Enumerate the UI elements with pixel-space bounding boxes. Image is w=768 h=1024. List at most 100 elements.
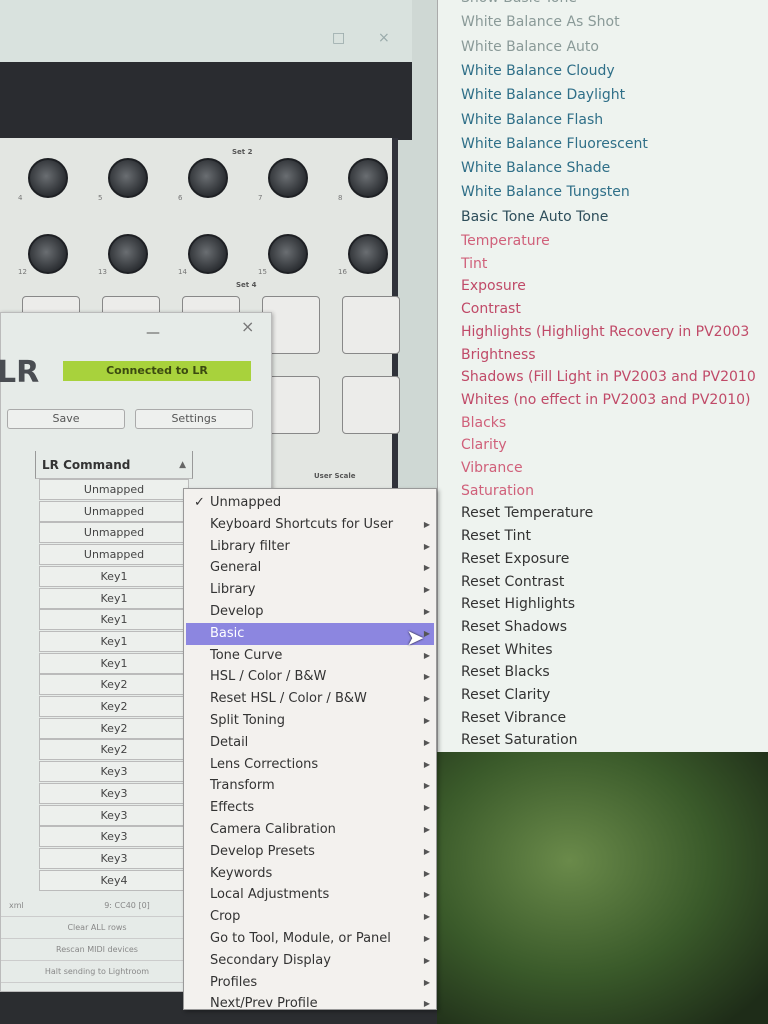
halt-sending-button[interactable]: Halt sending to Lightroom bbox=[1, 961, 193, 983]
maximize-icon[interactable]: □ bbox=[332, 30, 345, 46]
table-row[interactable]: Key4 bbox=[39, 869, 189, 891]
submenu-item[interactable]: Show Basic Tone bbox=[461, 0, 577, 6]
submenu-item[interactable]: Whites (no effect in PV2003 and PV2010) bbox=[461, 392, 751, 408]
close-icon[interactable]: × bbox=[378, 30, 390, 46]
submenu-item[interactable]: Reset Vibrance bbox=[461, 710, 566, 726]
submenu-item[interactable]: Reset Highlights bbox=[461, 596, 575, 612]
knob[interactable] bbox=[268, 234, 308, 274]
rescan-midi-button[interactable]: Rescan MIDI devices bbox=[1, 939, 193, 961]
menu-item[interactable]: Split Toning ▶ bbox=[186, 710, 434, 732]
submenu-item[interactable]: Reset Tint bbox=[461, 528, 531, 544]
menu-item[interactable]: Develop ▶ bbox=[186, 601, 434, 623]
table-row[interactable]: Key2 bbox=[39, 717, 189, 739]
menu-item[interactable]: Library filter ▶ bbox=[186, 536, 434, 558]
submenu-item[interactable]: White Balance Tungsten bbox=[461, 184, 630, 200]
table-row[interactable]: Key1 bbox=[39, 587, 189, 609]
menu-item[interactable]: General ▶ bbox=[186, 557, 434, 579]
table-row[interactable]: Unmapped bbox=[39, 544, 189, 566]
menu-item[interactable]: Basic ▶ bbox=[186, 622, 434, 645]
submenu-item[interactable]: Brightness bbox=[461, 347, 536, 363]
menu-item[interactable]: Crop ▶ bbox=[186, 906, 434, 928]
menu-item[interactable]: Unmapped ✓ bbox=[186, 492, 434, 514]
table-row[interactable]: Key2 bbox=[39, 739, 189, 761]
table-row[interactable]: Key3 bbox=[39, 847, 189, 869]
knob[interactable] bbox=[348, 234, 388, 274]
submenu-item[interactable]: White Balance Shade bbox=[461, 160, 610, 176]
minimize-icon[interactable]: — bbox=[146, 325, 160, 341]
column-header-lr-command[interactable]: LR Command ▲ bbox=[35, 451, 193, 479]
knob[interactable] bbox=[108, 234, 148, 274]
knob[interactable] bbox=[108, 158, 148, 198]
knob[interactable] bbox=[188, 158, 228, 198]
table-row[interactable]: Key1 bbox=[39, 630, 189, 652]
menu-item[interactable]: Effects ▶ bbox=[186, 797, 434, 819]
settings-button[interactable]: Settings bbox=[135, 409, 253, 429]
table-row[interactable]: Unmapped bbox=[39, 479, 189, 500]
submenu-item[interactable]: Reset Contrast bbox=[461, 574, 564, 590]
submenu-item[interactable]: Tint bbox=[461, 256, 487, 272]
knob[interactable] bbox=[188, 234, 228, 274]
table-row[interactable]: Key2 bbox=[39, 696, 189, 717]
submenu-item[interactable]: Reset Exposure bbox=[461, 551, 569, 567]
submenu-item[interactable]: Vibrance bbox=[461, 460, 523, 476]
submenu-item[interactable]: Reset Clarity bbox=[461, 687, 550, 703]
menu-item[interactable]: Next/Prev Profile ▶ bbox=[186, 993, 434, 1015]
menu-item[interactable]: Lens Corrections ▶ bbox=[186, 754, 434, 776]
submenu-item[interactable]: Reset Blacks bbox=[461, 664, 550, 680]
menu-item[interactable]: Profiles ▶ bbox=[186, 972, 434, 994]
submenu-item[interactable]: Reset Shadows bbox=[461, 619, 567, 635]
table-row[interactable]: Key1 bbox=[39, 652, 189, 674]
submenu-item[interactable]: Blacks bbox=[461, 415, 506, 431]
menu-item[interactable]: Secondary Display ▶ bbox=[186, 950, 434, 972]
submenu-item[interactable]: Saturation bbox=[461, 483, 534, 499]
clear-all-rows-button[interactable]: Clear ALL rows bbox=[1, 917, 193, 939]
table-row[interactable]: Unmapped bbox=[39, 522, 189, 544]
submenu-item[interactable]: Highlights (Highlight Recovery in PV2003 bbox=[461, 324, 749, 340]
submenu-item[interactable]: Exposure bbox=[461, 278, 526, 294]
submenu-item[interactable]: White Balance Auto bbox=[461, 39, 599, 55]
submenu-arrow-icon: ▶ bbox=[423, 716, 430, 725]
menu-item[interactable]: Reset HSL / Color / B&W ▶ bbox=[186, 688, 434, 710]
drum-pad[interactable] bbox=[342, 376, 400, 434]
table-row[interactable]: Key2 bbox=[39, 674, 189, 696]
submenu-item[interactable]: Reset Temperature bbox=[461, 505, 593, 521]
table-row[interactable]: Key3 bbox=[39, 804, 189, 826]
knob[interactable] bbox=[28, 234, 68, 274]
submenu-item[interactable]: Shadows (Fill Light in PV2003 and PV2010 bbox=[461, 369, 756, 385]
drum-pad[interactable] bbox=[342, 296, 400, 354]
close-icon[interactable]: × bbox=[241, 317, 254, 336]
submenu-item[interactable]: White Balance Cloudy bbox=[461, 63, 615, 79]
knob[interactable] bbox=[28, 158, 68, 198]
submenu-item[interactable]: White Balance Flash bbox=[461, 112, 603, 128]
table-row[interactable]: Unmapped bbox=[39, 500, 189, 522]
save-button[interactable]: Save bbox=[7, 409, 125, 429]
submenu-item[interactable]: Reset Whites bbox=[461, 642, 553, 658]
menu-item[interactable]: Develop Presets ▶ bbox=[186, 841, 434, 863]
knob[interactable] bbox=[268, 158, 308, 198]
submenu-item[interactable]: Basic Tone Auto Tone bbox=[461, 209, 608, 225]
menu-item[interactable]: Tone Curve ▶ bbox=[186, 645, 434, 667]
table-row[interactable]: Key3 bbox=[39, 782, 189, 804]
table-row[interactable]: Key3 bbox=[39, 761, 189, 783]
menu-item[interactable]: Camera Calibration ▶ bbox=[186, 819, 434, 841]
submenu-item[interactable]: Clarity bbox=[461, 437, 507, 453]
menu-item[interactable]: Library ▶ bbox=[186, 579, 434, 601]
table-row[interactable]: Key3 bbox=[39, 826, 189, 848]
menu-item[interactable]: Transform ▶ bbox=[186, 775, 434, 797]
submenu-item[interactable]: White Balance As Shot bbox=[461, 14, 620, 30]
menu-item[interactable]: HSL / Color / B&W ▶ bbox=[186, 666, 434, 688]
submenu-item[interactable]: White Balance Fluorescent bbox=[461, 136, 648, 152]
menu-item[interactable]: Go to Tool, Module, or Panel ▶ bbox=[186, 928, 434, 950]
menu-item[interactable]: Detail ▶ bbox=[186, 732, 434, 754]
menu-item[interactable]: Local Adjustments ▶ bbox=[186, 884, 434, 906]
menu-item[interactable]: Keyboard Shortcuts for User ▶ bbox=[186, 514, 434, 536]
submenu-item[interactable]: White Balance Daylight bbox=[461, 87, 625, 103]
table-row[interactable]: Key1 bbox=[39, 565, 189, 587]
submenu-item[interactable]: Reset Saturation bbox=[461, 732, 578, 748]
connection-status: Connected to LR bbox=[63, 361, 251, 381]
submenu-item[interactable]: Temperature bbox=[461, 233, 550, 249]
table-row[interactable]: Key1 bbox=[39, 609, 189, 631]
menu-item[interactable]: Keywords ▶ bbox=[186, 863, 434, 885]
knob[interactable] bbox=[348, 158, 388, 198]
submenu-item[interactable]: Contrast bbox=[461, 301, 521, 317]
